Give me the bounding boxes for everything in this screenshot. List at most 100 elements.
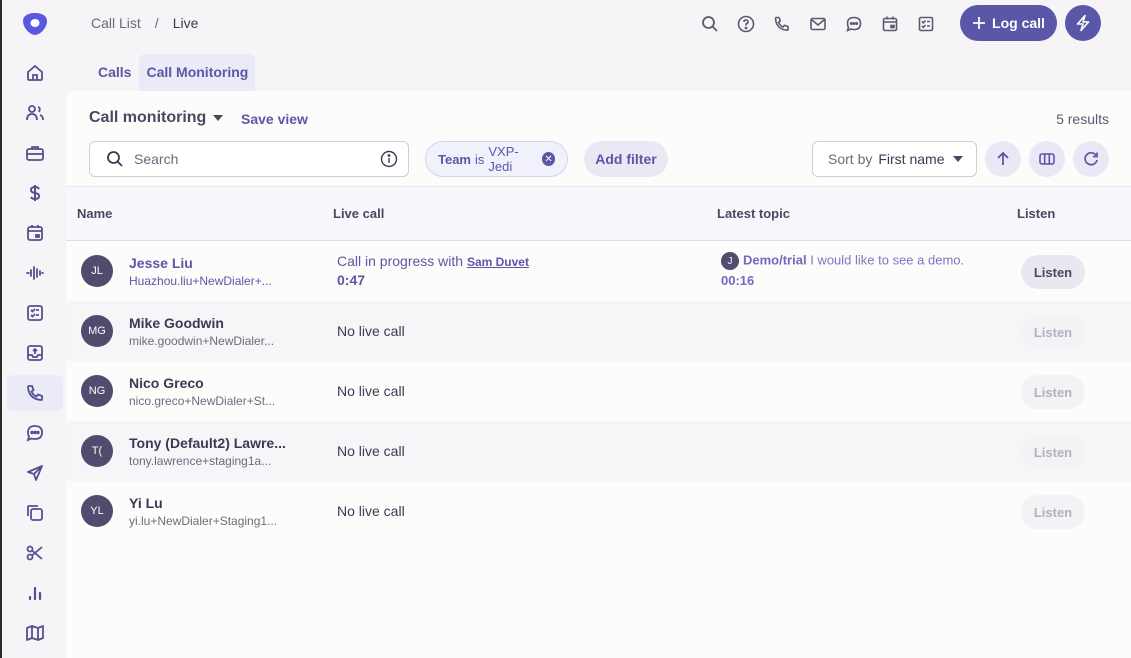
save-view-link[interactable]: Save view: [241, 111, 308, 127]
user-name[interactable]: Yi Lu: [129, 495, 163, 511]
remove-filter-icon[interactable]: ✕: [542, 152, 555, 166]
calendar-button[interactable]: [872, 12, 908, 36]
column-header-name: Name: [77, 206, 113, 221]
column-header-latest-topic: Latest topic: [717, 206, 790, 221]
log-call-label: Log call: [992, 15, 1045, 31]
sidebar-item-chat[interactable]: [7, 415, 63, 451]
tab-bar: Calls Call Monitoring: [66, 54, 256, 91]
user-name[interactable]: Nico Greco: [129, 375, 204, 391]
search-field: [89, 141, 409, 177]
live-call-status: No live call: [337, 503, 405, 519]
phone-icon: [25, 383, 45, 403]
sidebar-item-calls[interactable]: [7, 375, 63, 411]
breadcrumb-current: Live: [172, 15, 199, 31]
breadcrumb-separator: /: [154, 15, 159, 31]
view-selector[interactable]: Call monitoring: [89, 109, 224, 127]
log-call-button[interactable]: Log call: [960, 5, 1057, 41]
sidebar-item-snippets[interactable]: [7, 535, 63, 571]
tasks-icon: [25, 303, 45, 323]
app-logo-icon[interactable]: [21, 10, 49, 38]
columns-button[interactable]: [1029, 141, 1065, 177]
mail-icon: [809, 15, 827, 33]
info-icon[interactable]: [380, 150, 398, 168]
user-name[interactable]: Tony (Default2) Lawre...: [129, 435, 286, 451]
sidebar-item-calendar[interactable]: [7, 215, 63, 251]
calendar-icon: [25, 223, 45, 243]
listen-button[interactable]: Listen: [1021, 315, 1085, 349]
listen-button[interactable]: Listen: [1021, 255, 1085, 289]
table-row: T( Tony (Default2) Lawre... tony.lawrenc…: [66, 421, 1131, 481]
columns-icon: [1038, 151, 1056, 167]
sidebar-item-templates[interactable]: [7, 495, 63, 531]
table-header: Name Live call Latest topic Listen: [66, 186, 1131, 241]
user-name[interactable]: Mike Goodwin: [129, 315, 224, 331]
filter-chip-team[interactable]: Team is VXP-Jedi ✕: [425, 141, 568, 177]
sidebar: [0, 0, 66, 658]
sidebar-item-map[interactable]: [7, 615, 63, 651]
listen-button[interactable]: Listen: [1021, 375, 1085, 409]
search-icon: [701, 15, 719, 33]
avatar: NG: [81, 375, 113, 407]
copy-icon: [25, 503, 45, 523]
sort-label: Sort by: [828, 151, 873, 167]
help-icon: [737, 15, 755, 33]
sidebar-item-deals[interactable]: [7, 175, 63, 211]
lightning-icon: [1074, 14, 1092, 32]
sidebar-item-sequences[interactable]: [7, 455, 63, 491]
topic-text: I would like to see a demo.: [810, 252, 965, 268]
dollar-icon: [25, 183, 45, 203]
listen-button[interactable]: Listen: [1021, 435, 1085, 469]
tab-call-monitoring[interactable]: Call Monitoring: [139, 54, 256, 91]
user-email: yi.lu+NewDialer+Staging1...: [129, 514, 278, 528]
chat-button[interactable]: [836, 12, 872, 36]
filter-operator: is: [475, 151, 485, 167]
live-call-status: No live call: [337, 323, 405, 339]
phone-icon: [773, 15, 791, 33]
call-duration: 0:47: [337, 272, 366, 288]
search-button[interactable]: [692, 12, 728, 36]
listen-button[interactable]: Listen: [1021, 495, 1085, 529]
sidebar-item-reports[interactable]: [7, 575, 63, 611]
sidebar-item-tasks[interactable]: [7, 295, 63, 331]
sidebar-item-accounts[interactable]: [7, 135, 63, 171]
view-title: Call monitoring: [89, 109, 207, 126]
table-row: JL Jesse Liu Huazhou.liu+NewDialer+... C…: [66, 241, 1131, 301]
column-header-listen: Listen: [1017, 206, 1056, 221]
sidebar-item-import[interactable]: [7, 335, 63, 371]
user-name[interactable]: Jesse Liu: [129, 255, 193, 271]
live-call-text: Call in progress with: [337, 253, 464, 269]
filter-value: VXP-Jedi: [488, 144, 519, 174]
call-monitoring-table: Name Live call Latest topic Listen JL Je…: [66, 186, 1131, 541]
quick-actions-button[interactable]: [1065, 5, 1101, 41]
call-contact-link[interactable]: Sam Duvet: [467, 255, 529, 269]
search-input[interactable]: [134, 151, 380, 167]
refresh-icon: [1082, 150, 1100, 168]
help-button[interactable]: [728, 12, 764, 36]
main-panel: Call monitoring Save view 5 results Team…: [66, 91, 1131, 658]
sort-dropdown[interactable]: Sort by First name: [812, 141, 977, 177]
mail-button[interactable]: [800, 12, 836, 36]
table-row: MG Mike Goodwin mike.goodwin+NewDialer..…: [66, 301, 1131, 361]
task-icon: [917, 15, 935, 33]
tasks-button[interactable]: [908, 12, 944, 36]
sidebar-item-people[interactable]: [7, 95, 63, 131]
avatar: YL: [81, 495, 113, 527]
avatar: JL: [81, 255, 113, 287]
tab-calls[interactable]: Calls: [66, 54, 139, 91]
caret-down-icon: [952, 154, 964, 164]
table-row: NG Nico Greco nico.greco+NewDialer+St...…: [66, 361, 1131, 421]
plus-icon: [972, 16, 986, 30]
sidebar-item-home[interactable]: [7, 55, 63, 91]
table-row: YL Yi Lu yi.lu+NewDialer+Staging1... No …: [66, 481, 1131, 541]
breadcrumb-parent[interactable]: Call List: [91, 15, 141, 31]
bar-chart-icon: [25, 583, 45, 603]
sidebar-item-conversations[interactable]: [7, 255, 63, 291]
sort-direction-button[interactable]: [985, 141, 1021, 177]
user-email: tony.lawrence+staging1a...: [129, 454, 272, 468]
home-icon: [25, 63, 45, 83]
add-filter-button[interactable]: Add filter: [584, 141, 668, 177]
refresh-button[interactable]: [1073, 141, 1109, 177]
avatar: MG: [81, 315, 113, 347]
filter-field: Team: [438, 151, 471, 167]
phone-button[interactable]: [764, 12, 800, 36]
